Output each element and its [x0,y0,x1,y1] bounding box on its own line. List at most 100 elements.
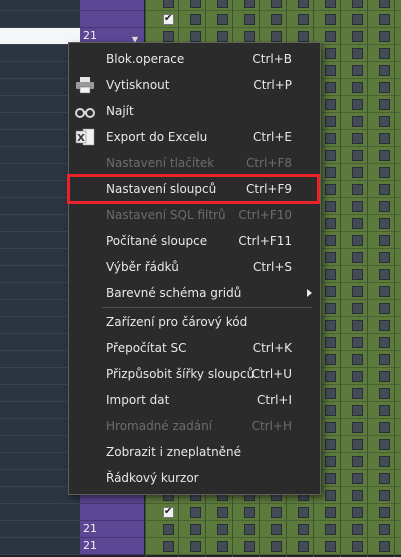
checkbox[interactable] [271,541,282,552]
checkbox[interactable] [379,286,390,297]
checkbox[interactable] [325,235,336,246]
checkbox[interactable] [352,14,363,25]
checkbox[interactable] [379,320,390,331]
checkbox[interactable] [325,405,336,416]
checkbox[interactable] [325,286,336,297]
checkbox[interactable] [325,473,336,484]
checkbox[interactable] [217,541,228,552]
checkbox[interactable] [379,116,390,127]
checkbox[interactable] [379,541,390,552]
checkbox[interactable] [352,201,363,212]
checkbox[interactable] [325,201,336,212]
menu-item[interactable]: X Export do Excelu Ctrl+E [69,124,320,150]
checkbox[interactable] [325,524,336,535]
checkbox[interactable] [352,303,363,314]
checkbox[interactable] [325,507,336,518]
checkbox[interactable] [379,524,390,535]
checkbox[interactable] [352,184,363,195]
checkbox[interactable] [352,0,363,8]
checkbox[interactable] [271,524,282,535]
checkbox[interactable] [325,99,336,110]
checkbox[interactable] [217,31,228,42]
menu-item[interactable]: Přizpůsobit šířky sloupců Ctrl+U [69,361,320,387]
checkbox[interactable] [325,65,336,76]
checkbox[interactable] [271,31,282,42]
checkbox[interactable] [352,252,363,263]
checkbox[interactable] [352,405,363,416]
checkbox[interactable] [271,507,282,518]
checkbox[interactable] [163,541,174,552]
checkbox[interactable] [352,337,363,348]
checkbox[interactable] [217,14,228,25]
checkbox[interactable] [163,506,174,518]
value-cell[interactable] [80,11,144,28]
checkbox[interactable] [352,473,363,484]
checkbox[interactable] [325,490,336,501]
checkbox[interactable] [325,541,336,552]
checkbox[interactable] [379,14,390,25]
checkbox[interactable] [244,524,255,535]
checkbox[interactable] [379,133,390,144]
checkbox[interactable] [298,14,309,25]
checkbox[interactable] [325,422,336,433]
checkbox[interactable] [325,133,336,144]
menu-item[interactable]: Výběr řádků Ctrl+S [69,254,320,280]
checkbox[interactable] [379,31,390,42]
checkbox[interactable] [379,473,390,484]
checkbox[interactable] [190,0,201,8]
checkbox[interactable] [352,541,363,552]
checkbox[interactable] [190,14,201,25]
checkbox[interactable] [379,507,390,518]
checkbox[interactable] [379,184,390,195]
checkbox[interactable] [190,31,201,42]
checkbox[interactable] [379,422,390,433]
checkbox[interactable] [352,320,363,331]
checkbox[interactable] [352,456,363,467]
menu-item[interactable]: Řádkový kurzor [69,465,320,491]
checkbox[interactable] [379,167,390,178]
checkbox[interactable] [352,150,363,161]
checkbox[interactable] [352,116,363,127]
checkbox[interactable] [379,388,390,399]
checkbox[interactable] [352,269,363,280]
checkbox[interactable] [298,0,309,8]
menu-item[interactable]: Barevné schéma gridů [69,280,320,306]
value-cell[interactable] [80,0,144,11]
checkbox[interactable] [352,133,363,144]
row-label-cell[interactable] [0,11,80,28]
checkbox[interactable] [325,456,336,467]
checkbox[interactable] [325,167,336,178]
value-cell[interactable] [80,504,144,521]
checkbox[interactable] [379,354,390,365]
checkbox[interactable] [325,116,336,127]
checkbox[interactable] [325,320,336,331]
checkbox[interactable] [379,82,390,93]
checkbox[interactable] [352,371,363,382]
checkbox[interactable] [190,507,201,518]
checkbox[interactable] [352,490,363,501]
checkbox[interactable] [298,31,309,42]
checkbox[interactable] [352,48,363,59]
menu-item[interactable]: Přepočítat SC Ctrl+K [69,335,320,361]
checkbox[interactable] [217,0,228,8]
checkbox[interactable] [163,13,174,25]
checkbox[interactable] [379,456,390,467]
value-cell[interactable]: 21 [80,521,144,538]
checkbox[interactable] [325,269,336,280]
checkbox[interactable] [163,524,174,535]
menu-item[interactable]: Zobrazit i zneplatněné [69,439,320,465]
checkbox[interactable] [244,14,255,25]
menu-item[interactable]: Najít [69,98,320,124]
checkbox[interactable] [163,0,174,8]
menu-item[interactable]: Vytisknout Ctrl+P [69,72,320,98]
checkbox[interactable] [325,337,336,348]
checkbox[interactable] [325,31,336,42]
checkbox[interactable] [379,0,390,8]
checkbox[interactable] [379,439,390,450]
checkbox[interactable] [298,541,309,552]
checkbox[interactable] [325,82,336,93]
checkbox[interactable] [352,422,363,433]
checkbox[interactable] [325,150,336,161]
checkbox[interactable] [325,184,336,195]
checkbox[interactable] [244,0,255,8]
